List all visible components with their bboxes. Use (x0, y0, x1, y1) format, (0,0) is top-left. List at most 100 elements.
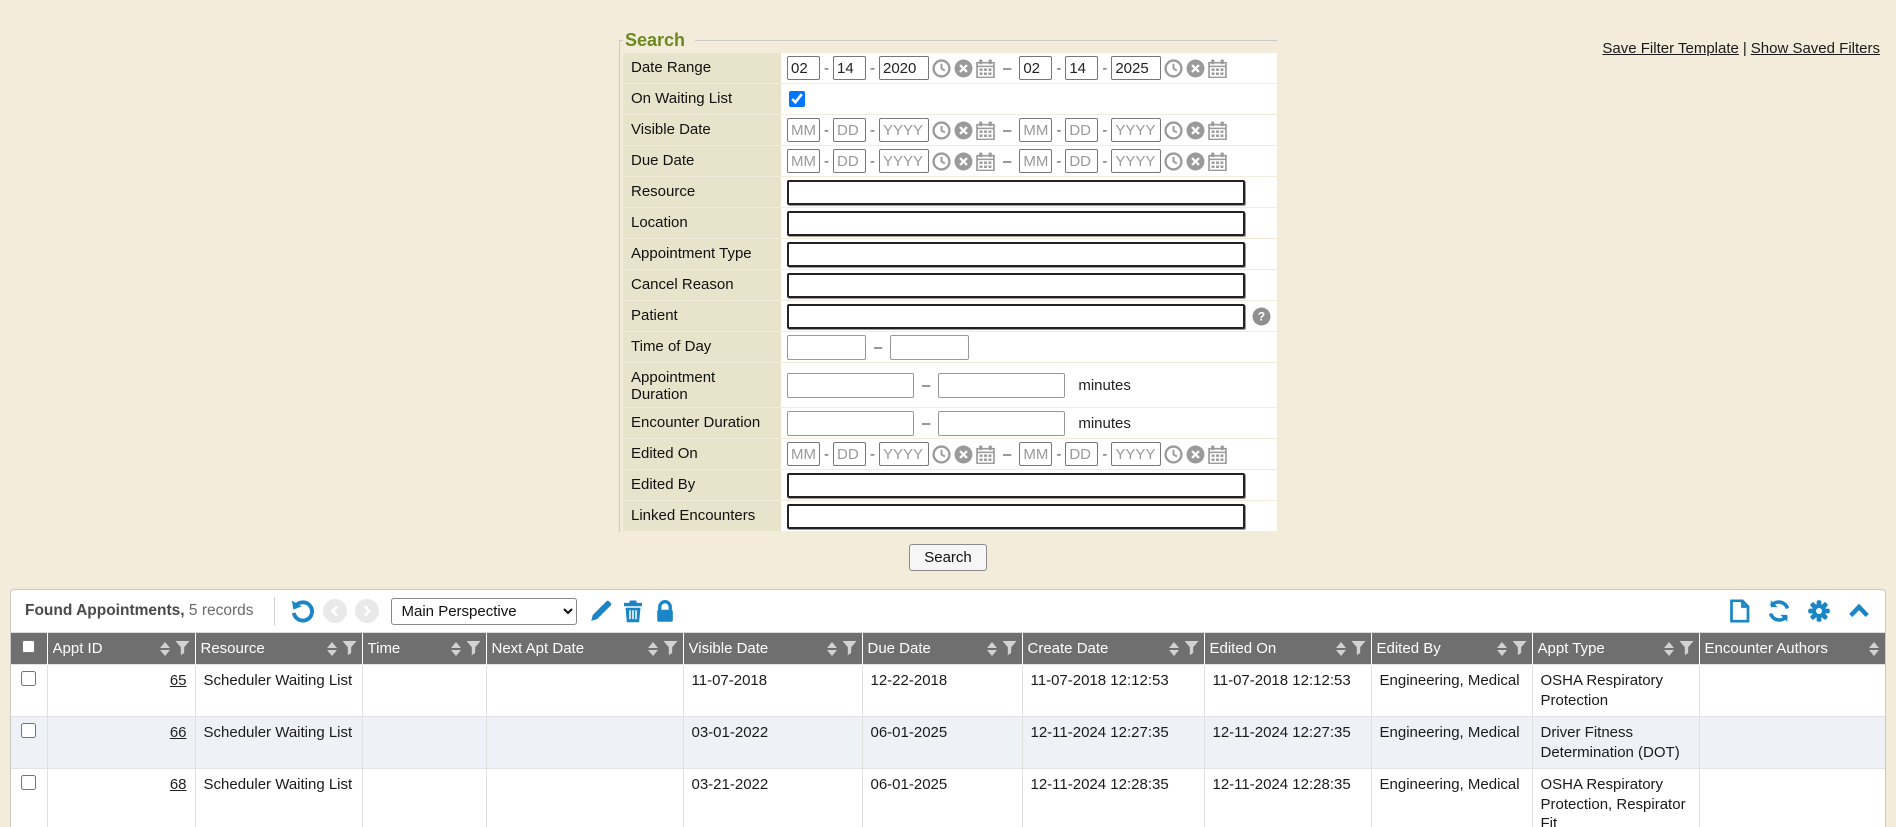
linked-encounters-input[interactable] (787, 504, 1245, 529)
row-checkbox[interactable] (21, 775, 36, 790)
edited-by-input[interactable] (787, 473, 1245, 498)
date-range-to-yyyy[interactable] (1111, 56, 1161, 80)
pencil-icon[interactable] (589, 599, 613, 623)
save-filter-template-link[interactable]: Save Filter Template (1602, 40, 1738, 57)
clock-icon[interactable] (932, 445, 951, 464)
due-date-to-yyyy[interactable] (1111, 149, 1161, 173)
appointment-type-input[interactable] (787, 242, 1245, 267)
calendar-icon[interactable] (976, 121, 995, 140)
calendar-icon[interactable] (1208, 445, 1227, 464)
lock-icon[interactable] (653, 599, 677, 623)
calendar-icon[interactable] (976, 445, 995, 464)
sort-icon[interactable] (327, 641, 338, 657)
clock-icon[interactable] (1164, 152, 1183, 171)
calendar-icon[interactable] (1208, 152, 1227, 171)
date-range-from-yyyy[interactable] (879, 56, 929, 80)
sort-icon[interactable] (1169, 641, 1180, 657)
edited-on-from-mm[interactable] (787, 442, 820, 466)
clock-icon[interactable] (1164, 121, 1183, 140)
due-date-from-mm[interactable] (787, 149, 820, 173)
filter-icon[interactable] (1003, 641, 1017, 656)
appt-id-link[interactable]: 65 (170, 672, 187, 689)
edited-on-to-dd[interactable] (1065, 442, 1098, 466)
clear-icon[interactable] (1186, 152, 1205, 171)
filter-icon[interactable] (176, 641, 190, 656)
chevron-left-icon[interactable] (323, 599, 347, 623)
visible-date-from-yyyy[interactable] (879, 118, 929, 142)
row-checkbox[interactable] (21, 723, 36, 738)
date-range-from-dd[interactable] (833, 56, 866, 80)
appt-id-link[interactable]: 66 (170, 724, 187, 741)
appointment-duration-max-input[interactable] (938, 373, 1065, 398)
patient-input[interactable] (787, 304, 1245, 329)
filter-icon[interactable] (1352, 641, 1366, 656)
visible-date-from-mm[interactable] (787, 118, 820, 142)
sort-icon[interactable] (451, 641, 462, 657)
clock-icon[interactable] (1164, 59, 1183, 78)
calendar-icon[interactable] (976, 152, 995, 171)
sort-icon[interactable] (1869, 641, 1880, 657)
chevron-up-icon[interactable] (1847, 599, 1871, 623)
clear-icon[interactable] (954, 445, 973, 464)
cancel-reason-input[interactable] (787, 273, 1245, 298)
clear-icon[interactable] (1186, 121, 1205, 140)
trash-icon[interactable] (621, 599, 645, 623)
due-date-to-mm[interactable] (1019, 149, 1052, 173)
chevron-right-icon[interactable] (355, 599, 379, 623)
due-date-to-dd[interactable] (1065, 149, 1098, 173)
sort-icon[interactable] (827, 641, 838, 657)
edited-on-from-dd[interactable] (833, 442, 866, 466)
filter-icon[interactable] (343, 641, 357, 656)
due-date-from-dd[interactable] (833, 149, 866, 173)
help-icon[interactable]: ? (1252, 307, 1271, 326)
clear-icon[interactable] (1186, 59, 1205, 78)
search-button[interactable]: Search (909, 544, 987, 571)
time-of-day-from-input[interactable] (787, 335, 866, 360)
clear-icon[interactable] (954, 152, 973, 171)
on-waiting-list-checkbox[interactable] (789, 91, 805, 107)
time-of-day-to-input[interactable] (890, 335, 969, 360)
edited-on-to-mm[interactable] (1019, 442, 1052, 466)
visible-date-to-mm[interactable] (1019, 118, 1052, 142)
select-all-checkbox[interactable] (22, 640, 35, 653)
appt-id-link[interactable]: 68 (170, 776, 187, 793)
show-saved-filters-link[interactable]: Show Saved Filters (1751, 40, 1880, 57)
resource-input[interactable] (787, 180, 1245, 205)
visible-date-from-dd[interactable] (833, 118, 866, 142)
date-range-to-dd[interactable] (1065, 56, 1098, 80)
filter-icon[interactable] (1185, 641, 1199, 656)
filter-icon[interactable] (1680, 641, 1694, 656)
clear-icon[interactable] (1186, 445, 1205, 464)
sort-icon[interactable] (648, 641, 659, 657)
encounter-duration-max-input[interactable] (938, 411, 1065, 436)
calendar-icon[interactable] (1208, 121, 1227, 140)
clock-icon[interactable] (932, 152, 951, 171)
sort-icon[interactable] (1336, 641, 1347, 657)
appointment-duration-min-input[interactable] (787, 373, 914, 398)
undo-icon[interactable] (291, 599, 315, 623)
calendar-icon[interactable] (1208, 59, 1227, 78)
gear-icon[interactable] (1807, 599, 1831, 623)
edited-on-from-yyyy[interactable] (879, 442, 929, 466)
clear-icon[interactable] (954, 59, 973, 78)
sort-icon[interactable] (987, 641, 998, 657)
calendar-icon[interactable] (976, 59, 995, 78)
perspective-select[interactable]: Main Perspective (391, 598, 577, 625)
clock-icon[interactable] (1164, 445, 1183, 464)
visible-date-to-dd[interactable] (1065, 118, 1098, 142)
filter-icon[interactable] (1513, 641, 1527, 656)
clock-icon[interactable] (932, 121, 951, 140)
clear-icon[interactable] (954, 121, 973, 140)
sort-icon[interactable] (160, 641, 171, 657)
encounter-duration-min-input[interactable] (787, 411, 914, 436)
filter-icon[interactable] (843, 641, 857, 656)
clock-icon[interactable] (932, 59, 951, 78)
filter-icon[interactable] (664, 641, 678, 656)
visible-date-to-yyyy[interactable] (1111, 118, 1161, 142)
sort-icon[interactable] (1497, 641, 1508, 657)
row-checkbox[interactable] (21, 671, 36, 686)
refresh-icon[interactable] (1767, 599, 1791, 623)
sort-icon[interactable] (1664, 641, 1675, 657)
filter-icon[interactable] (467, 641, 481, 656)
document-icon[interactable] (1727, 599, 1751, 623)
